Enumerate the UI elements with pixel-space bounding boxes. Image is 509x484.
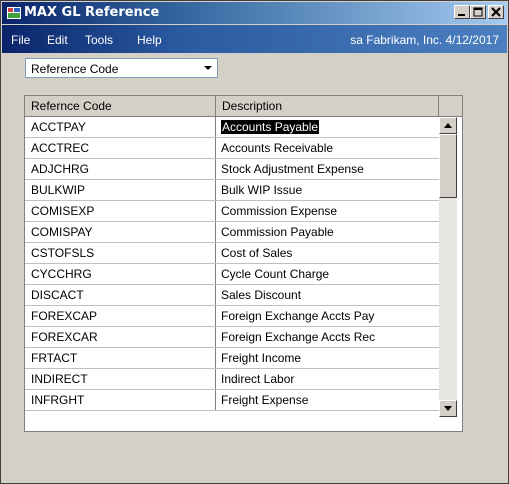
cell-description[interactable]: Cost of Sales [216, 243, 439, 263]
cell-description[interactable]: Bulk WIP Issue [216, 180, 439, 200]
company-name: Fabrikam, Inc. [366, 33, 443, 47]
table-row[interactable]: FRTACT Freight Income [25, 348, 439, 369]
app-window: MAX GL Reference File Edit Tools Help sa… [0, 0, 509, 484]
maximize-icon [473, 7, 483, 17]
description-text: Cycle Count Charge [221, 267, 330, 281]
minimize-icon [458, 14, 465, 16]
description-text: Indirect Labor [221, 372, 295, 386]
column-header-description[interactable]: Description [216, 96, 439, 117]
cell-reference-code[interactable]: INDIRECT [25, 369, 216, 389]
cell-description[interactable]: Indirect Labor [216, 369, 439, 389]
cell-reference-code[interactable]: FOREXCAP [25, 306, 216, 326]
cell-reference-code[interactable]: COMISPAY [25, 222, 216, 242]
session-info: sa Fabrikam, Inc. 4/12/2017 [350, 33, 499, 47]
cell-reference-code[interactable]: COMISEXP [25, 201, 216, 221]
dropdown-button[interactable] [200, 60, 216, 76]
cell-reference-code[interactable]: CYCCHRG [25, 264, 216, 284]
header-filler [439, 96, 462, 117]
maximize-button[interactable] [470, 5, 486, 19]
table-row[interactable]: COMISPAY Commission Payable [25, 222, 439, 243]
table-row[interactable]: ADJCHRG Stock Adjustment Expense [25, 159, 439, 180]
description-text: Bulk WIP Issue [221, 183, 303, 197]
cell-description[interactable]: Stock Adjustment Expense [216, 159, 439, 179]
cell-description[interactable]: Freight Expense [216, 390, 439, 410]
app-icon [7, 7, 21, 19]
table-row[interactable]: ACCTREC Accounts Receivable [25, 138, 439, 159]
arrow-down-icon [444, 406, 452, 411]
cell-reference-code[interactable]: CSTOFSLS [25, 243, 216, 263]
description-text: Cost of Sales [221, 246, 293, 260]
cell-description[interactable]: Cycle Count Charge [216, 264, 439, 284]
cell-reference-code[interactable]: BULKWIP [25, 180, 216, 200]
cell-reference-code[interactable]: ADJCHRG [25, 159, 216, 179]
cell-description[interactable]: Foreign Exchange Accts Rec [216, 327, 439, 347]
menu-tools[interactable]: Tools [85, 33, 113, 47]
menu-help[interactable]: Help [137, 33, 162, 47]
menu-bar: File Edit Tools Help sa Fabrikam, Inc. 4… [2, 25, 507, 53]
scroll-down-button[interactable] [439, 400, 457, 417]
table-row[interactable]: COMISEXP Commission Expense [25, 201, 439, 222]
description-text: Commission Expense [221, 204, 338, 218]
description-text: Accounts Receivable [221, 141, 334, 155]
column-header-code[interactable]: Refernce Code [25, 96, 216, 117]
cell-reference-code[interactable]: FRTACT [25, 348, 216, 368]
vertical-scrollbar[interactable] [439, 117, 457, 417]
table-row[interactable]: FOREXCAR Foreign Exchange Accts Rec [25, 327, 439, 348]
description-text: Sales Discount [221, 288, 302, 302]
dropdown-selected-value: Reference Code [31, 62, 119, 76]
table-row[interactable]: CSTOFSLS Cost of Sales [25, 243, 439, 264]
cell-description[interactable]: Sales Discount [216, 285, 439, 305]
table-row[interactable]: ACCTPAY Accounts Payable [25, 117, 439, 138]
table-row[interactable]: BULKWIP Bulk WIP Issue [25, 180, 439, 201]
cell-description[interactable]: Foreign Exchange Accts Pay [216, 306, 439, 326]
scroll-thumb[interactable] [439, 134, 457, 198]
cell-reference-code[interactable]: INFRGHT [25, 390, 216, 410]
close-button[interactable] [488, 5, 504, 19]
description-text: Stock Adjustment Expense [221, 162, 364, 176]
menu-edit[interactable]: Edit [47, 33, 68, 47]
table-row[interactable]: DISCACT Sales Discount [25, 285, 439, 306]
description-text: Freight Expense [221, 393, 309, 407]
table-row[interactable]: FOREXCAP Foreign Exchange Accts Pay [25, 306, 439, 327]
title-bar[interactable]: MAX GL Reference [2, 2, 507, 24]
cell-reference-code[interactable]: ACCTREC [25, 138, 216, 158]
description-text: Foreign Exchange Accts Rec [221, 330, 376, 344]
cell-description[interactable]: Commission Expense [216, 201, 439, 221]
description-text: Foreign Exchange Accts Pay [221, 309, 375, 323]
user-id: sa [350, 33, 363, 47]
scroll-up-button[interactable] [439, 117, 457, 134]
cell-reference-code[interactable]: ACCTPAY [25, 117, 216, 137]
cell-description[interactable]: Accounts Payable [216, 117, 439, 137]
cell-description[interactable]: Commission Payable [216, 222, 439, 242]
window-title: MAX GL Reference [24, 5, 160, 20]
description-text: Commission Payable [221, 225, 334, 239]
cell-description[interactable]: Accounts Receivable [216, 138, 439, 158]
grid-rows: ACCTPAY Accounts Payable ACCTREC Accounts R… [25, 117, 439, 411]
minimize-button[interactable] [454, 5, 470, 19]
cell-description[interactable]: Freight Income [216, 348, 439, 368]
cell-reference-code[interactable]: FOREXCAR [25, 327, 216, 347]
table-row[interactable]: CYCCHRG Cycle Count Charge [25, 264, 439, 285]
close-icon [491, 7, 501, 17]
menu-file[interactable]: File [11, 33, 30, 47]
chevron-down-icon [204, 66, 212, 70]
cell-reference-code[interactable]: DISCACT [25, 285, 216, 305]
table-row[interactable]: INFRGHT Freight Expense [25, 390, 439, 411]
description-text: Freight Income [221, 351, 302, 365]
arrow-up-icon [444, 123, 452, 128]
table-row[interactable]: INDIRECT Indirect Labor [25, 369, 439, 390]
user-date: 4/12/2017 [445, 33, 499, 47]
description-text: Accounts Payable [221, 120, 320, 134]
reference-filter-dropdown[interactable]: Reference Code [25, 58, 218, 78]
reference-grid: Refernce Code Description ACCTPAY Account… [24, 95, 463, 432]
